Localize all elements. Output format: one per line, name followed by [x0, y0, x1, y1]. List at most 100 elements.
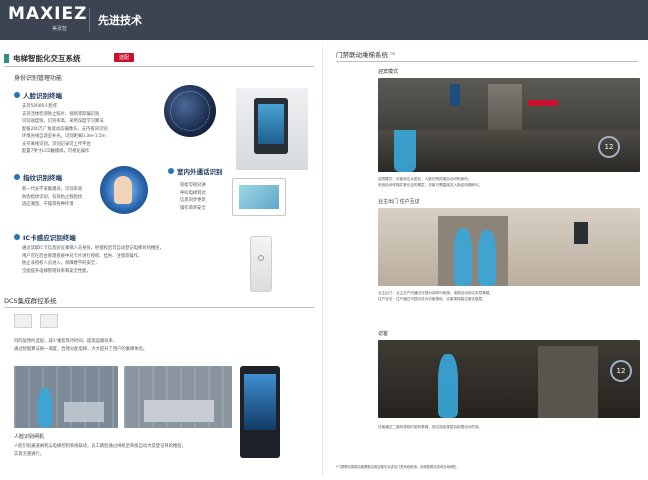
header-divider: [89, 8, 90, 32]
reader-logo-icon: [258, 255, 264, 261]
face-terminal-device-image: [236, 88, 308, 170]
intercom-panel-image: [232, 178, 286, 216]
right-section-heading: 门禁联动乘梯系统 TM: [336, 48, 395, 60]
text-line: 住户互访：住户通过可视对讲为访客授权，访客乘梯直达被访楼层。: [378, 297, 486, 301]
turnstile-graphic: [64, 402, 104, 422]
text-line: 防止非授权人员进入，保障楼宇的安全，: [22, 261, 100, 266]
fingerprint-scan-image: [100, 166, 148, 214]
text-line: 用户可在后台管理系统中对卡片进行授权、挂失、注销等操作，: [22, 253, 143, 259]
text-line: 人脸识别通道闸机与电梯控制系统联动，员工刷脸通过闸机后系统自动为其登记目的楼层，: [14, 444, 186, 449]
intercom-panel-screen: [239, 185, 279, 209]
text-line: 操作简单安全: [180, 205, 206, 211]
section-rule: [4, 307, 314, 308]
intercom-heading: 室内外通话识别: [168, 166, 223, 176]
fingerprint-terminal-title: 指纹识别终端: [23, 174, 62, 182]
text-line: 支持离线识别，识别记录可上传平台: [22, 141, 91, 147]
text-line: 通过读取IC卡信息验证乘梯人员身份，经授权后可自动登记电梯目的楼层，: [22, 246, 164, 251]
text-line: 轻松可视对讲: [180, 183, 206, 188]
terminal-screen: [258, 104, 284, 144]
ic-card-text: 通过读取IC卡信息验证乘梯人员身份，经授权后可自动登记电梯目的楼层， 用户可在后…: [22, 245, 164, 275]
text-line: 配备200万广角宽动态摄像头，支持夜间识别: [22, 126, 108, 132]
floor-indicator-graphic: [528, 100, 558, 106]
visitor-silhouette: [394, 130, 416, 172]
visitor-text: 访客通过二维码或临时密码乘梯，到达指定楼层后权限自动失效。: [378, 424, 482, 430]
footnote-text: *门禁联动乘梯功能需配合相应楼宇对讲及门禁系统使用，具体配置请咨询当地销售。: [336, 465, 460, 469]
text-line: 目的层预约选层，减少乘客等待时间，提高运输效率，: [14, 339, 118, 344]
right-section-title: 门禁联动乘梯系统: [336, 51, 388, 59]
ic-card-reader-image: [250, 236, 272, 292]
column-divider: [322, 46, 323, 476]
left-section-heading: 电梯智能化交互系统: [4, 52, 81, 64]
gate-lobby-photo: [14, 366, 118, 428]
identity-subsection-title: 身份识别管理功能: [14, 75, 63, 82]
owner-exit-text: 业主出门：业主在户内通过可视对讲呼叫电梯，电梯自动到达本层等候。 住户互访：住户…: [378, 290, 493, 302]
face-mesh-graphic: [170, 91, 210, 131]
wall-terminal-graphic: [450, 84, 460, 106]
bullet-dot-icon: [168, 168, 174, 174]
indoor-intercom-graphic: [574, 222, 588, 244]
text-line: 新一代光学采集模块，识别率高: [22, 187, 83, 192]
resident-silhouette: [454, 228, 472, 286]
terminal-screen: [244, 374, 276, 430]
guest-silhouette: [478, 230, 496, 286]
fingerprint-terminal-heading: 指纹识别终端: [14, 172, 62, 182]
text-line: 访客通过二维码或临时密码乘梯，到达指定楼层后权限自动失效。: [378, 425, 483, 429]
ic-card-heading: IC卡感应识别终端: [14, 232, 76, 242]
page-header: MAXIEZ 美嘉智 先进技术: [0, 0, 648, 40]
bullet-dot-icon: [14, 234, 20, 240]
dcs-title: DCS集成群控系统: [4, 297, 57, 305]
text-line: 呼叫电梯到达: [180, 190, 206, 196]
face-terminal-heading: 人脸识别终端: [14, 90, 62, 100]
text-line: 系统自动呼梯并登记目的楼层，访客只需直接进入指定电梯即可。: [378, 183, 483, 187]
visitor-lobby-photo: 12: [378, 340, 640, 418]
bullet-dot-icon: [14, 174, 20, 180]
visitor-silhouette: [438, 354, 458, 418]
gate-corridor-photo: [124, 366, 232, 428]
text-line: 全面提升电梯管理效率和安全性能。: [22, 268, 91, 274]
bullet-dot-icon: [14, 92, 20, 98]
turnstile-graphic: [144, 400, 214, 422]
footnote: *门禁联动乘梯功能需配合相应楼宇对讲及门禁系统使用，具体配置请咨询当地销售。: [336, 464, 460, 472]
text-line: 支持活体检测防止照片、视频等欺骗识别: [22, 111, 100, 117]
elevator-door-graphic: [538, 346, 598, 418]
section-marker: [4, 53, 9, 63]
dcs-heading: DCS集成群控系统: [4, 294, 57, 306]
floor-display: 12: [598, 136, 620, 158]
intercom-title: 室内外通话识别: [177, 168, 223, 176]
brand-logo: MAXIEZ: [8, 4, 88, 24]
gate-caption-text: 人脸识别通道闸机与电梯控制系统联动，员工刷脸通过闸机后系统自动为其登记目的楼层，…: [14, 443, 186, 458]
owner-exit-label: 业主出门 住户互访: [378, 199, 420, 205]
text-line: 通过智能算法统一调度，合理分配电梯，大大提升了用户的乘梯体验。: [14, 346, 148, 352]
text-line: 环境光线自适应补光，识别距离0.3m-1.5m: [22, 134, 106, 139]
finger-graphic: [114, 176, 132, 204]
welcome-corridor-photo: 12: [378, 130, 640, 172]
text-line: 实现无感通行。: [14, 451, 45, 457]
owner-exit-photo: [378, 208, 640, 286]
intercom-text: 轻松可视对讲 呼叫电梯到达 信息同步更新 操作简单安全: [180, 182, 206, 212]
ic-card-title: IC卡感应识别终端: [23, 234, 76, 242]
dcs-text: 目的层预约选层，减少乘客等待时间，提高运输效率， 通过智能算法统一调度，合理分配…: [14, 338, 147, 353]
text-line: 防伪指纹识别，有效防止假指纹: [22, 194, 83, 200]
text-line: 适应潮湿、干燥等各种环境: [22, 202, 74, 207]
face-terminal-text: 支持50000人脸库 支持活体检测防止照片、视频等欺骗识别 识别速度快，识别率高…: [22, 103, 108, 156]
face-terminal-title: 人脸识别终端: [23, 92, 62, 100]
section-rule: [336, 61, 638, 62]
welcome-mode-label: 迎宾模式: [378, 69, 399, 75]
text-line: 信息同步更新: [180, 198, 206, 203]
page-title: 先进技术: [98, 14, 142, 27]
text-line: 支持50000人脸库: [22, 104, 58, 109]
floor-display: 12: [610, 360, 632, 382]
brand-logo-sub: 美嘉智: [52, 26, 68, 32]
left-section-title: 电梯智能化交互系统: [13, 53, 81, 63]
gate-caption-title: 人脸识别闸机: [14, 434, 45, 440]
doorway-graphic: [438, 216, 508, 286]
face-scan-globe-image: [164, 85, 216, 137]
text-line: 配置7英寸LCD触摸屏，可视化操作: [22, 149, 90, 154]
fingerprint-terminal-text: 新一代光学采集模块，识别率高 防伪指纹识别，有效防止假指纹 适应潮湿、干燥等各种…: [22, 186, 82, 209]
welcome-mode-text: 迎宾模式：访客到达大堂后，人脸识别终端自动识别身份， 系统自动呼梯并登记目的楼层…: [378, 176, 482, 188]
section-rule: [4, 66, 314, 67]
dcs-terminal-thumbnail: [14, 314, 32, 328]
text-line: 识别速度快，识别率高，采用深度学习算法: [22, 119, 104, 124]
dcs-keypad-thumbnail: [40, 314, 58, 328]
person-silhouette: [38, 388, 52, 428]
